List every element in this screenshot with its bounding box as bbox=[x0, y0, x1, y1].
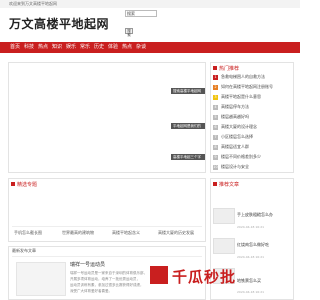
hot-title-marker bbox=[213, 66, 217, 70]
hot-item[interactable]: 6 高楼大厦的设计理念 bbox=[213, 124, 257, 130]
hot-item[interactable]: 3 高楼平地起是什么意思 bbox=[213, 94, 261, 100]
recommend-item-meta: 2024-04-18 16:21 bbox=[237, 225, 265, 229]
rank-badge: 9 bbox=[213, 154, 218, 160]
watermark-text: 千瓜秒批 bbox=[172, 268, 237, 286]
nav-item-history[interactable]: 历史 bbox=[94, 42, 104, 53]
article-excerpt-line: 深受广大体育爱好者喜爱。 bbox=[70, 289, 112, 293]
recommend-item-title[interactable]: 地铁票怎么买 bbox=[237, 278, 261, 284]
nav-item-experience[interactable]: 体验 bbox=[108, 42, 118, 53]
hot-item[interactable]: 4 高楼层停车方法 bbox=[213, 104, 249, 110]
slide-caption-1[interactable]: 搜索高楼平地起网 bbox=[171, 88, 205, 94]
article-thumbnail[interactable] bbox=[16, 262, 66, 296]
hot-item-label: 楼层不同价格差别多少 bbox=[221, 154, 261, 159]
tags-title: 精选专题 bbox=[17, 182, 38, 188]
nav-item-entertainment[interactable]: 娱乐 bbox=[66, 42, 76, 53]
slider-panel[interactable]: 搜索高楼平地起网 平地起网是我们的 高楼平地起三个字 bbox=[8, 62, 206, 173]
divider bbox=[12, 226, 202, 227]
tag-cell[interactable]: 世界最高的建筑物 bbox=[62, 230, 94, 236]
rank-badge: 7 bbox=[213, 134, 218, 140]
nav-item-hot-2[interactable]: 热点 bbox=[122, 42, 132, 53]
hot-item[interactable]: 7 小区楼层怎么选择 bbox=[213, 134, 253, 140]
hot-item-label: 高楼层适宜人群 bbox=[221, 144, 249, 149]
hot-item-label: 高楼大厦的设计理念 bbox=[221, 124, 257, 129]
recommend-item-title[interactable]: 红烧肉怎么做好吃 bbox=[237, 242, 269, 248]
watermark-logo-icon bbox=[150, 266, 168, 284]
hot-title: 热门推荐 bbox=[219, 66, 240, 72]
welcome-text: 欢迎来到万文高楼平地起网 bbox=[9, 1, 57, 6]
article-title[interactable]: 瑞祥一号运动员 bbox=[70, 261, 105, 268]
article-excerpt-line: 瑞祥一号运动员是一家来自于深圳的体育俱乐部， bbox=[70, 271, 147, 275]
rank-badge: 8 bbox=[213, 144, 218, 150]
tag-cell[interactable]: 高楼大厦的历史发展 bbox=[158, 230, 194, 236]
rank-badge: 10 bbox=[213, 164, 218, 170]
rank-badge: 5 bbox=[213, 114, 218, 120]
hot-item-label: 楼层越高越好吗 bbox=[221, 114, 249, 119]
recommend-thumbnail[interactable] bbox=[213, 208, 235, 224]
hot-item-label: 急救电梯困人的自救方法 bbox=[221, 74, 265, 79]
hot-item-label: 楼层设计与安全 bbox=[221, 164, 249, 169]
nav-item-fun[interactable]: 常乐 bbox=[80, 42, 90, 53]
rank-badge: 2 bbox=[213, 84, 218, 90]
hot-item-label: 高楼层停车方法 bbox=[221, 104, 249, 109]
nav-item-misc[interactable]: 杂谈 bbox=[136, 42, 146, 53]
rank-badge: 1 bbox=[213, 74, 218, 80]
divider bbox=[12, 256, 202, 257]
rank-badge: 6 bbox=[213, 124, 218, 130]
rank-badge: 3 bbox=[213, 94, 218, 100]
recommend-item-meta: 2024-04-18 16:21 bbox=[237, 290, 265, 294]
rank-badge: 4 bbox=[213, 104, 218, 110]
recommend-thumbnail[interactable] bbox=[213, 238, 235, 254]
recommend-title: 推荐文章 bbox=[219, 182, 240, 188]
hot-item[interactable]: 2 如何在高楼平地起网注册账号 bbox=[213, 84, 273, 90]
article-section-heading: 最新发布文章 bbox=[12, 248, 36, 253]
hot-item[interactable]: 10 楼层设计与安全 bbox=[213, 164, 249, 170]
site-logo[interactable]: 万文高楼平地起网 bbox=[9, 15, 109, 32]
tag-cell[interactable]: 手机怎么截长图 bbox=[14, 230, 42, 236]
search-input[interactable]: 搜索 bbox=[125, 10, 157, 17]
slide-caption-2[interactable]: 平地起网是我们的 bbox=[171, 123, 205, 129]
article-excerpt-line: 开展多项体育运动，培养了一批优秀运动员， bbox=[70, 277, 140, 281]
hot-item[interactable]: 1 急救电梯困人的自救方法 bbox=[213, 74, 265, 80]
nav-item-hot[interactable]: 热点 bbox=[38, 42, 48, 53]
hot-item[interactable]: 5 楼层越高越好吗 bbox=[213, 114, 249, 120]
hot-item-label: 高楼平地起是什么意思 bbox=[221, 94, 261, 99]
article-excerpt-line: 运动员训练有素，参加过很多比赛获得好成绩， bbox=[70, 283, 144, 287]
tags-title-marker bbox=[11, 182, 15, 186]
nav-item-home[interactable]: 首页 bbox=[10, 42, 20, 53]
tag-cell[interactable]: 高楼平地起含义 bbox=[112, 230, 140, 236]
recommend-item-title[interactable]: 手上皮肤粗糙怎么办 bbox=[237, 212, 273, 218]
hot-item[interactable]: 9 楼层不同价格差别多少 bbox=[213, 154, 261, 160]
recommend-title-marker bbox=[213, 182, 217, 186]
recommend-item-meta: 2024-04-18 16:21 bbox=[237, 255, 265, 259]
search-button[interactable]: 搜索 bbox=[125, 28, 133, 37]
main-nav: 首页 科技 热点 知识 娱乐 常乐 历史 体验 热点 杂谈 bbox=[0, 42, 300, 53]
hot-item-label: 小区楼层怎么选择 bbox=[221, 134, 253, 139]
slide-caption-3[interactable]: 高楼平地起三个字 bbox=[171, 154, 205, 160]
nav-item-tech[interactable]: 科技 bbox=[24, 42, 34, 53]
nav-item-knowledge[interactable]: 知识 bbox=[52, 42, 62, 53]
hot-item-label: 如何在高楼平地起网注册账号 bbox=[221, 84, 273, 89]
hot-item[interactable]: 8 高楼层适宜人群 bbox=[213, 144, 249, 150]
